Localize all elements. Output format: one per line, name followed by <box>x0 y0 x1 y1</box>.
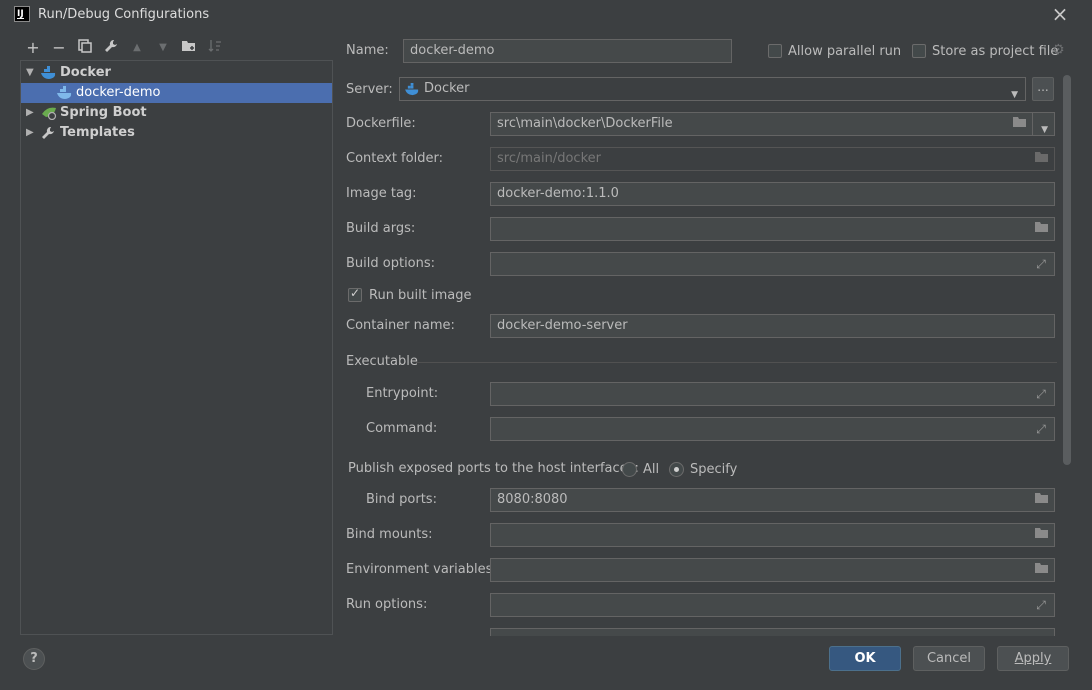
container-name-input[interactable]: docker-demo-server <box>490 314 1055 338</box>
ok-button[interactable]: OK <box>829 646 901 671</box>
allow-parallel-label: Allow parallel run <box>788 44 902 59</box>
folder-icon[interactable] <box>1033 151 1049 167</box>
copy-icon[interactable] <box>76 39 94 57</box>
folder-icon[interactable] <box>1011 116 1027 132</box>
chevron-down-icon[interactable]: ▼ <box>1041 119 1048 141</box>
expand-icon[interactable]: ⤢ <box>1033 386 1049 402</box>
build-args-label: Build args: <box>346 221 416 236</box>
docker-icon <box>405 82 420 104</box>
radio-all[interactable] <box>622 462 637 477</box>
store-as-project-label: Store as project file <box>932 44 1059 59</box>
context-folder-label: Context folder: <box>346 151 443 166</box>
expand-icon[interactable]: ⤢ <box>1033 256 1049 272</box>
tree-item-label: Docker <box>60 65 111 80</box>
move-up-icon[interactable]: ▲ <box>128 39 146 57</box>
window-title: Run/Debug Configurations <box>38 7 210 22</box>
radio-all-label: All <box>643 462 660 477</box>
wrench-icon[interactable] <box>102 39 120 57</box>
tree-item-docker-demo[interactable]: docker-demo <box>21 83 332 103</box>
intellij-logo-icon: IJ <box>14 6 30 22</box>
image-tag-input[interactable]: docker-demo:1.1.0 <box>490 182 1055 206</box>
tree-item-templates[interactable]: ▶ Templates <box>21 123 332 143</box>
command-input[interactable]: ⤢ <box>490 417 1055 441</box>
folder-icon[interactable] <box>1033 527 1049 543</box>
tree-item-spring-boot[interactable]: ▶ Spring Boot <box>21 103 332 123</box>
tree-item-label: Spring Boot <box>60 105 147 120</box>
build-options-label: Build options: <box>346 256 436 271</box>
build-args-input[interactable] <box>490 217 1055 241</box>
new-folder-icon[interactable] <box>180 39 198 57</box>
spring-boot-icon <box>41 106 57 121</box>
expand-icon[interactable]: ⤢ <box>1033 421 1049 437</box>
server-value: Docker <box>424 81 470 96</box>
command-label: Command: <box>366 421 438 436</box>
help-button[interactable]: ? <box>23 648 45 670</box>
collapsed-arrow-icon[interactable]: ▶ <box>26 103 36 123</box>
tree-item-label: docker-demo <box>76 85 161 100</box>
wrench-icon <box>41 126 57 140</box>
server-label: Server: <box>346 82 393 97</box>
configuration-tree[interactable]: ▼ Docker docker-demo ▶ Spring Boot ▶ Tem… <box>20 60 333 635</box>
bind-mounts-label: Bind mounts: <box>346 527 433 542</box>
name-input[interactable]: docker-demo <box>403 39 732 63</box>
apply-button[interactable]: Apply <box>997 646 1069 671</box>
run-built-image-checkbox[interactable] <box>348 286 362 302</box>
server-more-button[interactable]: ... <box>1032 77 1054 101</box>
dockerfile-value: src\main\docker\DockerFile <box>497 116 673 131</box>
dockerfile-dropdown[interactable]: ▼ <box>1032 112 1055 136</box>
folder-icon[interactable] <box>1033 562 1049 578</box>
form-scrollbar[interactable] <box>1063 75 1071 465</box>
apply-label: Apply <box>1014 651 1052 666</box>
remove-icon[interactable]: − <box>50 39 68 57</box>
store-as-project-checkbox[interactable] <box>912 44 926 58</box>
context-folder-input[interactable]: src/main/docker <box>490 147 1055 171</box>
bind-mounts-input[interactable] <box>490 523 1055 547</box>
bind-ports-input[interactable]: 8080:8080 <box>490 488 1055 512</box>
executable-section-label: Executable <box>346 354 418 369</box>
cancel-button[interactable]: Cancel <box>913 646 985 671</box>
tree-item-docker[interactable]: ▼ Docker <box>21 63 332 83</box>
entrypoint-input[interactable]: ⤢ <box>490 382 1055 406</box>
dockerfile-label: Dockerfile: <box>346 116 416 131</box>
radio-specify-label: Specify <box>690 462 738 477</box>
run-options-input[interactable]: ⤢ <box>490 593 1055 617</box>
name-label: Name: <box>346 43 389 58</box>
run-built-image-label: Run built image <box>369 288 472 303</box>
move-down-icon[interactable]: ▼ <box>154 39 172 57</box>
chevron-down-icon[interactable]: ▼ <box>1011 84 1018 106</box>
run-options-label: Run options: <box>346 597 428 612</box>
build-options-input[interactable]: ⤢ <box>490 252 1055 276</box>
env-vars-input[interactable] <box>490 558 1055 582</box>
docker-icon <box>57 86 73 100</box>
context-folder-value: src/main/docker <box>497 151 601 166</box>
container-name-label: Container name: <box>346 318 455 333</box>
env-vars-label: Environment variables: <box>346 562 497 577</box>
bind-ports-value: 8080:8080 <box>497 492 568 507</box>
bind-ports-label: Bind ports: <box>366 492 437 507</box>
collapsed-arrow-icon[interactable]: ▶ <box>26 123 36 143</box>
radio-specify[interactable] <box>669 462 684 477</box>
image-tag-label: Image tag: <box>346 186 417 201</box>
entrypoint-label: Entrypoint: <box>366 386 439 401</box>
server-select[interactable]: Docker ▼ <box>399 77 1026 101</box>
gear-icon[interactable]: ⚙ <box>1052 43 1066 57</box>
section-divider <box>416 362 1057 363</box>
folder-icon[interactable] <box>1033 492 1049 508</box>
expanded-arrow-icon[interactable]: ▼ <box>26 63 36 83</box>
docker-icon <box>41 66 57 80</box>
publish-ports-label: Publish exposed ports to the host interf… <box>348 461 639 476</box>
add-icon[interactable]: + <box>24 39 42 57</box>
folder-icon[interactable] <box>1033 221 1049 237</box>
close-icon[interactable]: × <box>1050 4 1070 24</box>
expand-icon[interactable]: ⤢ <box>1033 597 1049 613</box>
tree-item-label: Templates <box>60 125 135 140</box>
clipped-form-row <box>340 628 1070 636</box>
dockerfile-input[interactable]: src\main\docker\DockerFile <box>490 112 1033 136</box>
sort-icon[interactable] <box>206 39 224 57</box>
allow-parallel-checkbox[interactable] <box>768 44 782 58</box>
